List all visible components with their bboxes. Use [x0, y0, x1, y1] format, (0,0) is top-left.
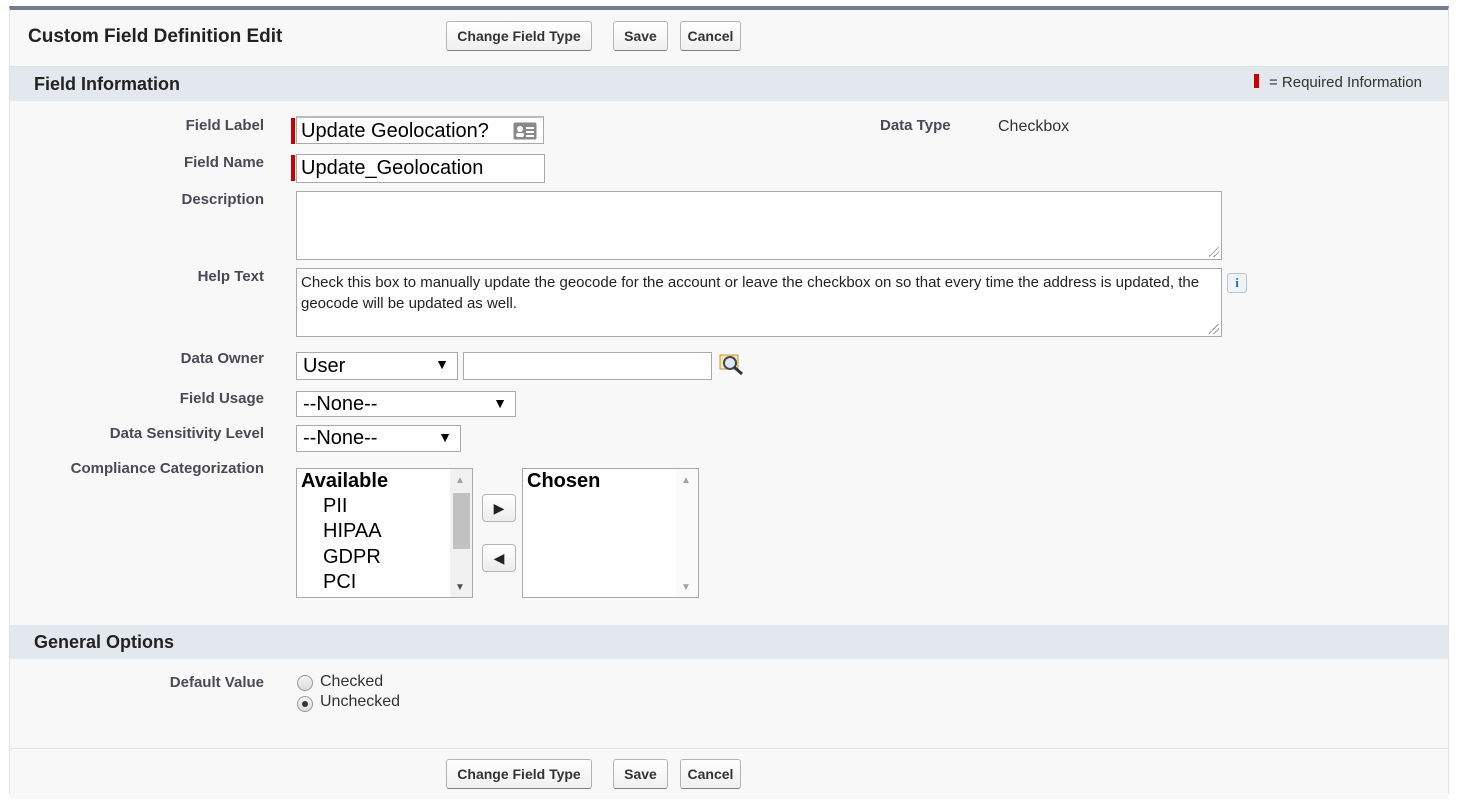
scroll-down-icon[interactable]: ▼ [455, 582, 465, 593]
available-option[interactable]: HIPAA [323, 520, 382, 543]
required-indicator [291, 155, 295, 181]
chosen-scrollbar[interactable]: ▲ ▼ [676, 469, 698, 597]
general-options-header: General Options [10, 625, 1448, 659]
resize-grip-icon[interactable] [1209, 247, 1219, 257]
description-label: Description [181, 191, 264, 208]
available-option[interactable]: GDPR [323, 546, 381, 569]
data-type-value: Checkbox [998, 118, 1070, 135]
resize-grip-icon[interactable] [1209, 324, 1219, 334]
save-button[interactable]: Save [613, 759, 668, 789]
add-to-chosen-button[interactable]: ▶ [482, 494, 516, 522]
save-button[interactable]: Save [613, 21, 668, 51]
info-icon[interactable]: i [1227, 273, 1247, 293]
page-title: Custom Field Definition Edit [28, 26, 283, 47]
description-textarea[interactable] [296, 191, 1222, 260]
left-arrow-icon: ◀ [493, 550, 505, 566]
cancel-button[interactable]: Cancel [680, 21, 741, 51]
help-text-label: Help Text [197, 268, 264, 285]
page-block: Custom Field Definition Edit Change Fiel… [9, 6, 1449, 799]
field-label-input[interactable]: Update Geolocation? [296, 116, 544, 144]
remove-from-chosen-button[interactable]: ◀ [482, 544, 516, 572]
section-title: General Options [34, 632, 175, 652]
scrollbar-thumb[interactable] [453, 493, 470, 549]
page-block-header: Custom Field Definition Edit Change Fiel… [10, 10, 1448, 67]
field-label-label: Field Label [185, 117, 264, 134]
field-information-header: Field Information = Required Information [10, 67, 1448, 101]
scroll-up-icon[interactable]: ▲ [455, 475, 465, 486]
page-block-footer: Change Field Type Save Cancel [10, 748, 1448, 799]
dropdown-caret-icon: ▼ [438, 429, 452, 445]
available-listbox[interactable]: Available PII HIPAA GDPR PCI ▲ ▼ [296, 468, 473, 598]
data-owner-label: Data Owner [180, 350, 264, 367]
dropdown-caret-icon: ▼ [493, 395, 507, 411]
field-usage-label: Field Usage [179, 390, 264, 407]
data-sensitivity-select[interactable]: --None-- ▼ [296, 425, 461, 452]
default-value-label: Default Value [169, 674, 264, 691]
field-usage-select[interactable]: --None-- ▼ [296, 391, 516, 417]
section-title: Field Information [34, 74, 180, 94]
data-sensitivity-label: Data Sensitivity Level [109, 425, 264, 442]
chosen-header: Chosen [527, 470, 601, 492]
field-name-label: Field Name [183, 154, 264, 171]
field-label-value: Update Geolocation? [301, 120, 489, 142]
magnifier-lookup-icon[interactable] [719, 353, 745, 377]
available-header: Available [301, 470, 389, 492]
radio-checked-label[interactable]: Checked [320, 673, 383, 691]
radio-checked[interactable] [297, 675, 313, 691]
radio-unchecked-label[interactable]: Unchecked [320, 693, 400, 711]
dropdown-caret-icon: ▼ [435, 356, 449, 372]
data-sensitivity-value: --None-- [303, 427, 378, 449]
chosen-listbox[interactable]: Chosen ▲ ▼ [522, 468, 699, 598]
right-arrow-icon: ▶ [493, 500, 505, 516]
radio-unchecked[interactable] [297, 696, 313, 712]
required-indicator [291, 118, 295, 144]
help-text-textarea[interactable]: Check this box to manually update the ge… [296, 268, 1222, 337]
change-field-type-button[interactable]: Change Field Type [446, 21, 592, 51]
scroll-down-icon[interactable]: ▼ [681, 582, 691, 593]
change-field-type-button[interactable]: Change Field Type [446, 759, 592, 789]
available-option[interactable]: PII [323, 495, 347, 518]
data-owner-type-value: User [303, 355, 346, 377]
data-owner-input[interactable] [463, 352, 712, 380]
scroll-up-icon[interactable]: ▲ [681, 475, 691, 486]
available-option[interactable]: PCI [323, 571, 356, 594]
required-legend: = Required Information [1253, 74, 1422, 91]
compliance-categorization-label: Compliance Categorization [70, 460, 264, 477]
field-name-input[interactable]: Update_Geolocation [296, 154, 545, 183]
required-marker-icon [1253, 74, 1259, 88]
required-legend-text: = Required Information [1268, 74, 1422, 91]
help-text-value: Check this box to manually update the ge… [301, 274, 1200, 312]
contact-card-icon[interactable] [513, 122, 537, 140]
data-owner-type-select[interactable]: User ▼ [296, 352, 458, 380]
available-scrollbar[interactable]: ▲ ▼ [450, 469, 472, 597]
data-type-label: Data Type [880, 117, 951, 134]
cancel-button[interactable]: Cancel [680, 759, 741, 789]
field-usage-value: --None-- [303, 393, 378, 415]
field-name-value: Update_Geolocation [301, 157, 484, 179]
